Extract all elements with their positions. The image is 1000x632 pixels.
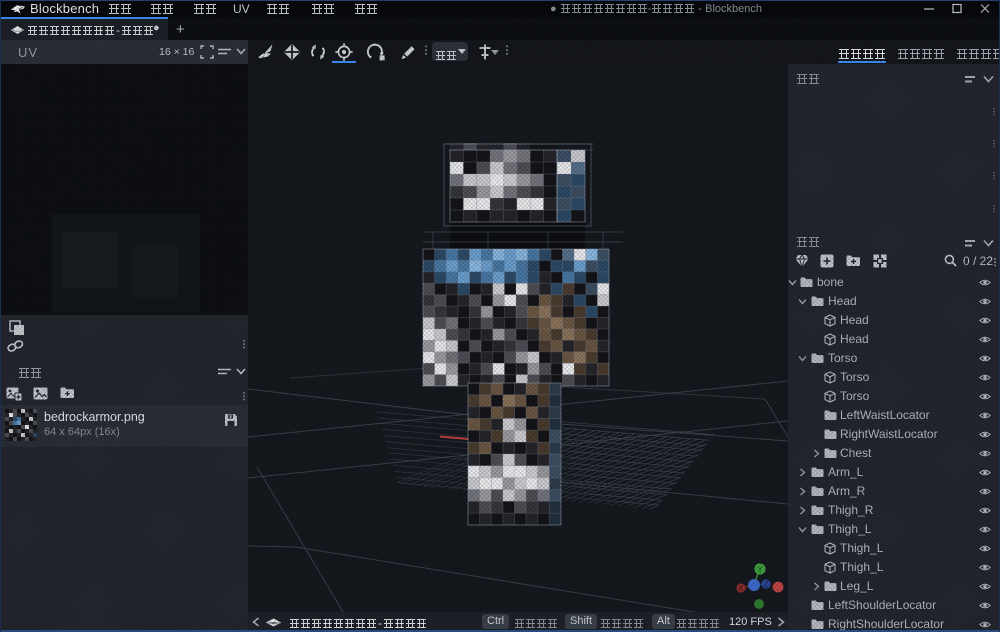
svg-text:X: X (738, 584, 744, 593)
svg-text:Z: Z (764, 580, 769, 589)
svg-text:Y: Y (757, 565, 763, 574)
